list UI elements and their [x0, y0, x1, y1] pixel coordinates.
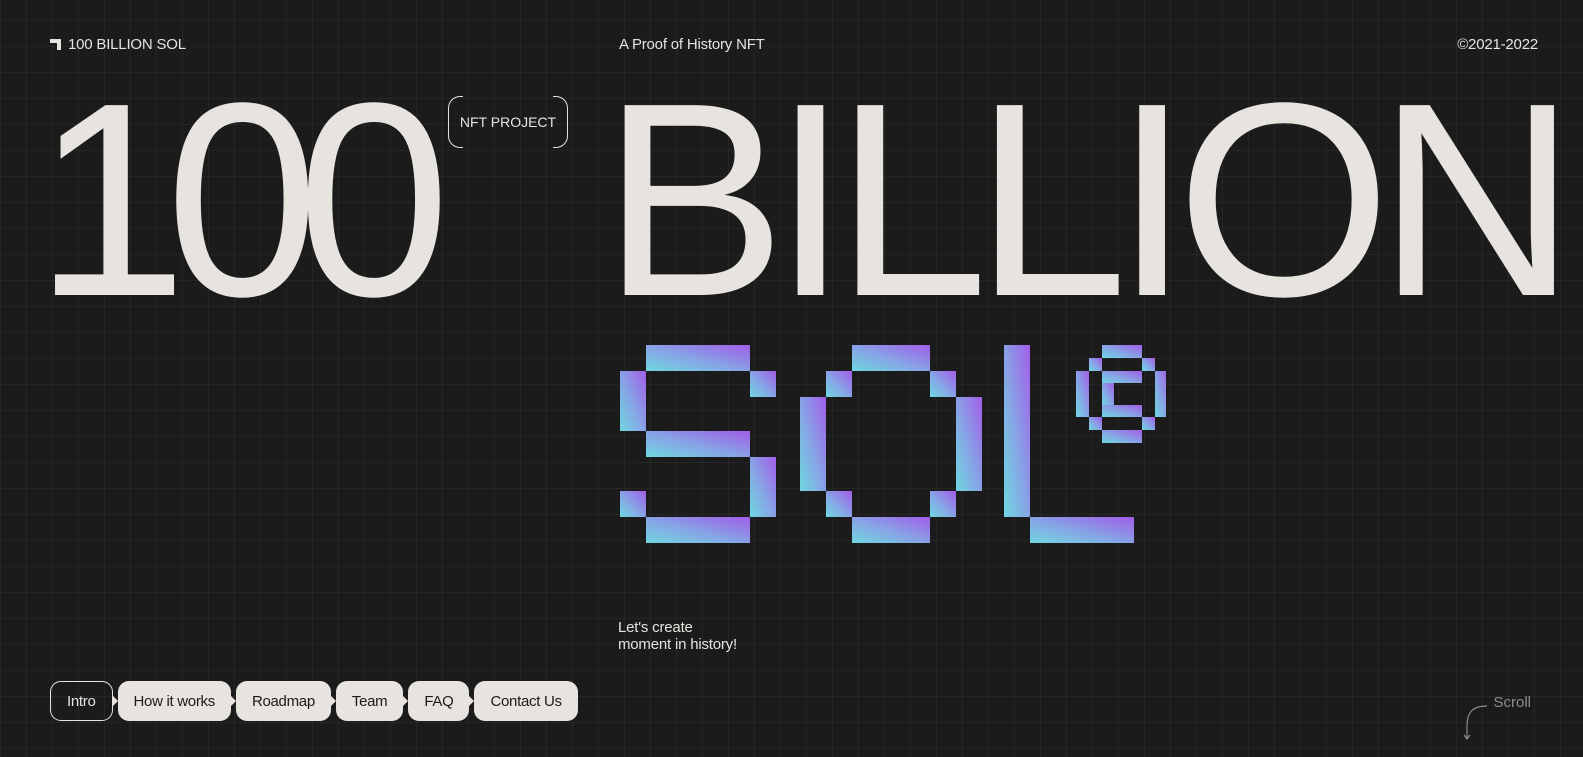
curved-arrow-down-icon: [1464, 705, 1488, 740]
section-nav: Intro How it works Roadmap Team FAQ Cont…: [50, 681, 578, 721]
slogan-line-1: Let's create: [618, 619, 693, 636]
nav-item-intro[interactable]: Intro: [50, 681, 118, 721]
nav-item-team[interactable]: Team: [335, 681, 409, 721]
nav-notch: [112, 696, 118, 706]
badge-bracket-left: [448, 96, 463, 148]
hero-word: BILLION: [602, 46, 1576, 354]
scroll-hint[interactable]: Scroll: [1459, 694, 1531, 744]
nav-item-label: FAQ: [424, 692, 454, 710]
nav-item-how-it-works[interactable]: How it works: [117, 681, 236, 721]
hero-number: 100: [34, 46, 450, 354]
nav-item-label: Intro: [67, 692, 96, 710]
nav-item-label: Roadmap: [251, 692, 315, 710]
slogan: Let's create moment in history!: [618, 619, 737, 653]
scroll-label: Scroll: [1493, 694, 1531, 711]
nav-item-contact-us[interactable]: Contact Us: [474, 681, 578, 721]
nav-item-label: How it works: [133, 692, 216, 710]
badge-label: NFT PROJECT: [459, 114, 557, 130]
nav-item-faq[interactable]: FAQ: [408, 681, 475, 721]
nft-project-badge: NFT PROJECT: [448, 96, 568, 148]
nav-item-roadmap[interactable]: Roadmap: [235, 681, 336, 721]
slogan-line-2: moment in history!: [618, 636, 737, 653]
sol-pixel-logo: [620, 345, 1166, 543]
nav-item-label: Contact Us: [490, 692, 562, 710]
nav-item-label: Team: [351, 692, 388, 710]
badge-bracket-right: [553, 96, 568, 148]
